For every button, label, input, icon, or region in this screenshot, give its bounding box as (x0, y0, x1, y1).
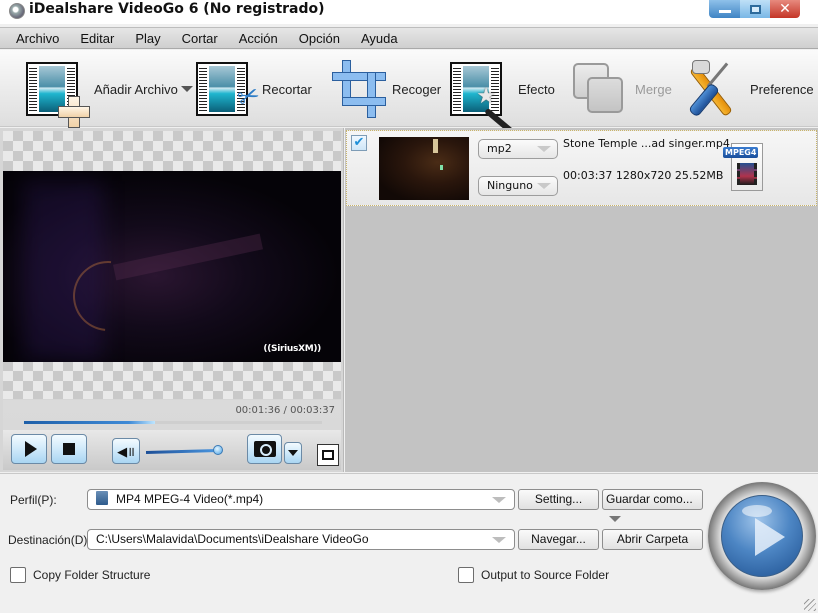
menu-accion[interactable]: Acción (239, 31, 278, 46)
close-button[interactable]: ✕ (770, 0, 800, 18)
audio-track-select[interactable]: mp2 (478, 139, 558, 159)
chevron-down-icon (492, 537, 506, 543)
volume-slider-handle[interactable] (213, 445, 224, 455)
time-display: 00:01:36 / 00:03:37 (235, 405, 335, 416)
profile-format-icon (96, 491, 108, 505)
open-folder-button[interactable]: Abrir Carpeta (602, 529, 703, 550)
seek-area: 00:01:36 / 00:03:37 (3, 400, 341, 430)
menu-play[interactable]: Play (135, 31, 160, 46)
trim-button[interactable]: ✂ Recortar (196, 60, 312, 118)
merge-label: Merge (635, 81, 672, 97)
add-file-dropdown-icon[interactable] (180, 86, 193, 92)
camera-icon (253, 441, 276, 457)
destination-label: Destinación(D): (8, 533, 91, 547)
video-thumbnail (379, 137, 469, 200)
toolbar: Añadir Archivo ✂ Recortar Recoger ★ Efec… (0, 50, 818, 135)
format-badge: MPEG4 (723, 147, 759, 158)
speaker-icon: ◀॥ (117, 445, 135, 460)
trim-icon: ✂ (196, 62, 264, 116)
video-preview[interactable]: ((SiriusXM)) (3, 171, 341, 362)
menu-editar[interactable]: Editar (80, 31, 114, 46)
copy-folder-structure-label: Copy Folder Structure (33, 568, 151, 582)
output-to-source-checkbox[interactable] (458, 567, 474, 583)
add-file-icon (26, 62, 90, 128)
convert-button[interactable] (708, 482, 816, 590)
preview-panel: ((SiriusXM)) 00:01:36 / 00:03:37 ◀॥ (0, 128, 344, 472)
maximize-button[interactable] (740, 0, 770, 18)
play-icon (755, 518, 785, 556)
playback-controls: ◀॥ (3, 430, 341, 470)
subtitle-value: Ninguno (487, 179, 533, 192)
close-icon: ✕ (779, 1, 791, 17)
menu-cortar[interactable]: Cortar (182, 31, 218, 46)
fullscreen-button[interactable] (317, 444, 339, 466)
snapshot-button[interactable] (247, 434, 282, 464)
stop-button[interactable] (51, 434, 87, 464)
play-button[interactable] (11, 434, 47, 464)
save-as-label: Guardar como... (606, 492, 693, 506)
stop-icon (63, 443, 75, 455)
file-row[interactable]: ✔ mp2 Ninguno Stone Temple ...ad singer.… (346, 130, 817, 206)
chevron-down-icon (537, 183, 551, 189)
app-icon (9, 3, 25, 19)
file-meta: 00:03:37 1280x720 25.52MB (563, 169, 724, 182)
preference-label: Preference (750, 81, 814, 97)
subtitle-select[interactable]: Ninguno (478, 176, 558, 196)
file-name: Stone Temple ...ad singer.mp4 (563, 137, 730, 150)
mpeg4-file-icon: MPEG4 (723, 143, 763, 191)
add-file-button[interactable]: Añadir Archivo (26, 60, 193, 128)
profile-value: MP4 MPEG-4 Video(*.mp4) (116, 492, 264, 506)
mute-button[interactable]: ◀॥ (112, 438, 140, 464)
chevron-down-icon (537, 146, 551, 152)
effect-icon: ★ (450, 62, 514, 135)
resize-grip[interactable] (804, 599, 816, 611)
fullscreen-icon (322, 450, 334, 460)
trim-label: Recortar (262, 81, 312, 97)
output-to-source-label: Output to Source Folder (481, 568, 610, 582)
profile-select[interactable]: MP4 MPEG-4 Video(*.mp4) (87, 489, 515, 510)
watermark-text: ((SiriusXM)) (263, 344, 321, 354)
file-list: ✔ mp2 Ninguno Stone Temple ...ad singer.… (345, 128, 818, 472)
title-bar: iDealshare VideoGo 6 (No registrado) ✕ (0, 0, 818, 24)
chevron-down-icon (288, 450, 298, 456)
window-controls: ✕ (709, 0, 800, 18)
preference-button[interactable]: Preference (684, 60, 814, 118)
play-icon (24, 441, 37, 457)
merge-icon (573, 63, 625, 115)
star-icon: ★ (476, 84, 496, 109)
menu-ayuda[interactable]: Ayuda (361, 31, 398, 46)
chevron-down-icon (609, 515, 621, 522)
crop-button[interactable]: Recoger (330, 60, 441, 118)
chevron-down-icon (492, 497, 506, 503)
add-file-label: Añadir Archivo (94, 81, 178, 97)
crop-label: Recoger (392, 81, 442, 97)
file-checkbox[interactable]: ✔ (351, 135, 367, 151)
menu-opcion[interactable]: Opción (299, 31, 340, 46)
setting-button[interactable]: Setting... (518, 489, 599, 510)
audio-track-value: mp2 (487, 142, 512, 155)
checkmark-icon: ✔ (353, 135, 365, 150)
seek-progress (24, 421, 156, 424)
effect-label: Efecto (518, 81, 555, 97)
profile-label: Perfil(P): (10, 493, 57, 507)
output-settings: Perfil(P): MP4 MPEG-4 Video(*.mp4) Setti… (0, 473, 818, 613)
copy-folder-structure-checkbox[interactable] (10, 567, 26, 583)
tools-icon (684, 60, 740, 118)
menu-archivo[interactable]: Archivo (16, 31, 59, 46)
window-title: iDealshare VideoGo 6 (No registrado) (29, 1, 325, 17)
merge-button[interactable]: Merge (573, 60, 672, 118)
volume-slider[interactable] (145, 449, 219, 454)
minimize-button[interactable] (709, 0, 740, 18)
effect-button[interactable]: ★ Efecto (450, 60, 555, 135)
save-as-button[interactable]: Guardar como... (602, 489, 703, 522)
maximize-icon (749, 4, 761, 14)
browse-button[interactable]: Navegar... (518, 529, 599, 550)
seek-bar[interactable] (24, 421, 322, 424)
destination-value: C:\Users\Malavida\Documents\iDealshare V… (96, 532, 369, 546)
crop-icon (330, 60, 386, 118)
minimize-icon (718, 10, 731, 13)
destination-select[interactable]: C:\Users\Malavida\Documents\iDealshare V… (87, 529, 515, 550)
menu-bar: Archivo Editar Play Cortar Acción Opción… (0, 27, 818, 49)
snapshot-dropdown-button[interactable] (284, 442, 302, 464)
